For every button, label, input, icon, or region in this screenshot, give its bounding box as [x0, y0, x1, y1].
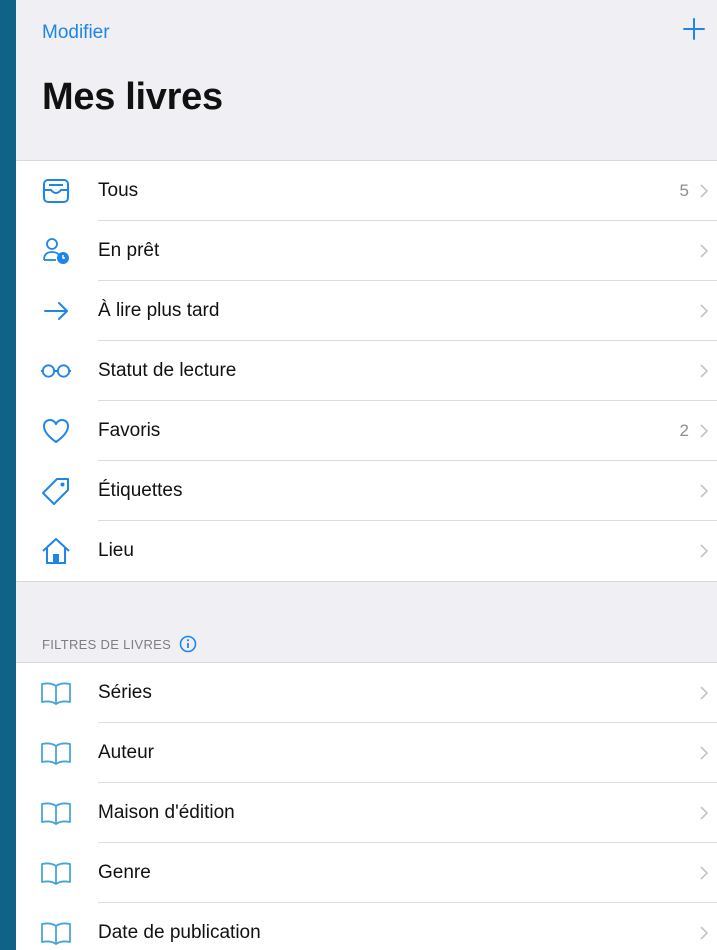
list-item-lieu[interactable]: Lieu — [16, 521, 717, 581]
list-item-label: Statut de lecture — [98, 360, 237, 381]
info-icon[interactable] — [179, 635, 197, 653]
list-item-series[interactable]: Séries — [16, 663, 717, 723]
list-item-label: En prêt — [98, 240, 160, 261]
book-icon — [40, 857, 72, 889]
list-item-label: Étiquettes — [98, 480, 183, 501]
list-item-label: À lire plus tard — [98, 300, 220, 321]
list-item-favoris[interactable]: Favoris 2 — [16, 401, 717, 461]
list-item-label: Lieu — [98, 540, 134, 561]
book-icon — [40, 797, 72, 829]
filters-section-header: FILTRES DE LIVRES — [16, 630, 717, 658]
tag-icon — [40, 475, 72, 507]
list-item-label: Séries — [98, 682, 152, 703]
list-item-statut-de-lecture[interactable]: Statut de lecture — [16, 341, 717, 401]
chevron-right-icon — [700, 244, 709, 258]
chevron-right-icon — [700, 686, 709, 700]
list-item-etiquettes[interactable]: Étiquettes — [16, 461, 717, 521]
navigation-bar: Modifier Mes livres — [16, 0, 717, 160]
list-item-label: Maison d'édition — [98, 802, 235, 823]
chevron-right-icon — [700, 926, 709, 940]
chevron-right-icon — [700, 806, 709, 820]
chevron-right-icon — [700, 364, 709, 378]
list-item-genre[interactable]: Genre — [16, 843, 717, 903]
glasses-icon — [40, 355, 72, 387]
book-icon — [40, 917, 72, 949]
tray-icon — [40, 175, 72, 207]
book-icon — [40, 737, 72, 769]
list-item-label: Tous — [98, 180, 139, 201]
list-item-maison-edition[interactable]: Maison d'édition — [16, 783, 717, 843]
list-item-a-lire-plus-tard[interactable]: À lire plus tard — [16, 281, 717, 341]
chevron-right-icon — [700, 424, 709, 438]
heart-icon — [40, 415, 72, 447]
page-title: Mes livres — [42, 76, 223, 118]
house-icon — [40, 535, 72, 567]
filters-list: Séries Auteur Maison d'édition Genre Dat… — [16, 662, 717, 950]
list-item-label: Date de publication — [98, 922, 261, 943]
list-item-auteur[interactable]: Auteur — [16, 723, 717, 783]
list-item-label: Auteur — [98, 742, 154, 763]
chevron-right-icon — [700, 184, 709, 198]
book-icon — [40, 677, 72, 709]
person-clock-icon — [40, 235, 72, 267]
chevron-right-icon — [700, 866, 709, 880]
list-item-tous[interactable]: Tous 5 — [16, 161, 717, 221]
list-item-en-pret[interactable]: En prêt — [16, 221, 717, 281]
arrow-right-icon — [40, 295, 72, 327]
list-item-label: Genre — [98, 862, 151, 883]
chevron-right-icon — [700, 746, 709, 760]
list-item-date-de-publication[interactable]: Date de publication — [16, 903, 717, 950]
chevron-right-icon — [700, 484, 709, 498]
count-badge: 2 — [679, 421, 689, 440]
section-header-label: FILTRES DE LIVRES — [42, 636, 172, 652]
chevron-right-icon — [700, 304, 709, 318]
plus-icon[interactable] — [681, 16, 707, 42]
list-item-label: Favoris — [98, 420, 161, 441]
library-list: Tous 5 En prêt À lire plus tard Statut d… — [16, 160, 717, 582]
chevron-right-icon — [700, 544, 709, 558]
count-badge: 5 — [679, 181, 689, 200]
books-panel: Modifier Mes livres Tous 5 En prêt À lir… — [16, 0, 717, 950]
edit-button[interactable]: Modifier — [42, 22, 110, 44]
